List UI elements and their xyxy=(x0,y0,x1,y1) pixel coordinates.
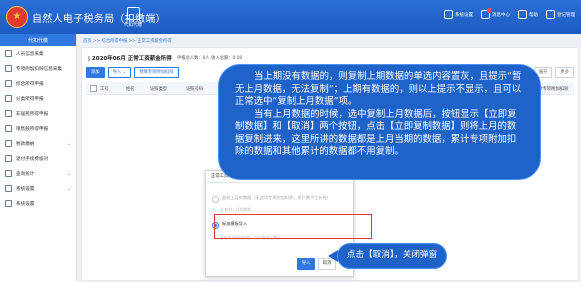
screenshot-root: ★ 自然人电子税务局（扣缴端） 代扣代缴 系统设置 消息中心 帮助 登记管理 代… xyxy=(0,0,581,282)
sidebar-item-query-stats[interactable]: 查询统计 ⌄ xyxy=(0,166,76,181)
system-settings-label: 系统设置 xyxy=(455,12,473,18)
refund-icon xyxy=(5,155,12,162)
sidebar-item-person-info[interactable]: 人员信息采集 xyxy=(0,46,76,61)
add-button[interactable]: 添加 xyxy=(86,67,105,78)
person-icon xyxy=(5,50,12,57)
chevron-down-icon: ⌄ xyxy=(66,185,71,192)
sidebar-item-nonresident-income[interactable]: 非居民所得申报 xyxy=(0,106,76,121)
report-icon xyxy=(5,95,12,102)
help-link[interactable]: 帮助 xyxy=(518,10,538,19)
highlight-frame xyxy=(214,214,372,239)
sidebar-item-label: 非居民所得申报 xyxy=(16,111,49,117)
select-all-checkbox[interactable] xyxy=(90,85,97,92)
col-id-number[interactable]: 证照号码 xyxy=(186,86,203,92)
withholding-icon xyxy=(126,6,140,20)
callout-paragraph-1: 当上期没有数据的，则复制上期数据的单选内容置灰，且提示“暂无上月数据，无法复制”… xyxy=(235,71,522,107)
callout-paragraph-2: 当有上月数据的时候，选中复制上月数据后，按钮显示【立即复制数据】和【取消】两个按… xyxy=(235,108,517,158)
chevron-down-icon: ⌄ xyxy=(66,140,71,147)
sidebar-item-label: 限售股所得申报 xyxy=(16,126,49,132)
sidebar-item-label: 税款缴纳 xyxy=(16,141,35,147)
top-right-menu: 系统设置 消息中心 帮助 登记管理 xyxy=(444,8,575,19)
sidebar-item-label: 专项附加扣除信息采集 xyxy=(16,66,62,72)
option-copy-last-month[interactable]: 复制上月的数据（无此项专项附加扣除，用户需手工补充） xyxy=(212,195,347,203)
document-icon xyxy=(5,65,12,72)
summary-meta: 申报总人数：0人 收入总额：0.00 xyxy=(177,56,243,61)
sidebar-item-label: 综合所得申报 xyxy=(16,81,44,87)
sidebar-item-special-deduction[interactable]: 专项附加扣除信息采集 xyxy=(0,61,76,76)
sidebar-item-refund-check[interactable]: 退付手续费核对 xyxy=(0,151,76,166)
sidebar-item-tax-payment[interactable]: 税款缴纳 ⌄ xyxy=(0,136,76,151)
nav-withholding[interactable]: 代扣代缴 xyxy=(118,4,148,30)
settings-icon xyxy=(5,200,12,207)
sidebar-item-label: 系统设置 xyxy=(16,186,35,192)
sidebar-item-classified-income[interactable]: 分类所得申报 xyxy=(0,91,76,106)
sidebar: 代扣代缴 人员信息采集 专项附加扣除信息采集 综合所得申报 分类所得申报 非居民… xyxy=(0,34,77,282)
right-toolbar: 展开 更多 xyxy=(533,67,574,78)
top-bar: ★ 自然人电子税务局（扣缴端） 代扣代缴 系统设置 消息中心 帮助 登记管理 xyxy=(0,0,581,34)
help-icon xyxy=(518,10,527,19)
chevron-down-icon: ⌄ xyxy=(66,170,71,177)
national-emblem-icon: ★ xyxy=(6,6,28,28)
sidebar-item-comprehensive-income[interactable]: 综合所得申报 xyxy=(0,76,76,91)
sidebar-header: 代扣代缴 xyxy=(0,34,76,46)
callout-explanation: 当上期没有数据的，则复制上期数据的单选内容置灰，且提示“暂无上月数据，无法复制”… xyxy=(218,64,541,180)
breadcrumb[interactable]: 首页 >> 综合所得申报 >> 正常工资薪金所得 xyxy=(83,38,172,44)
sidebar-item-label: 系统设置 xyxy=(16,201,35,207)
bell-icon xyxy=(481,8,492,19)
globe-icon xyxy=(5,110,12,117)
sidebar-item-label: 人员信息采集 xyxy=(16,51,44,57)
help-label: 帮助 xyxy=(529,12,538,18)
sidebar-item-restricted-shares[interactable]: 限售股所得申报 xyxy=(0,121,76,136)
col-name[interactable]: 姓名 xyxy=(126,86,135,92)
settings-icon xyxy=(5,185,12,192)
option-copy-last-month-label: 复制上月的数据（无此项专项附加扣除，用户需手工补充） xyxy=(222,195,331,200)
callout-cancel-hint: 点击【取消】，关闭弹窗 xyxy=(337,243,447,269)
sidebar-item-system-settings[interactable]: 系统设置 ⌄ xyxy=(0,181,76,196)
import-confirm-button[interactable]: 导入 xyxy=(297,258,315,270)
more-button[interactable]: 更多 xyxy=(555,67,574,78)
stock-icon xyxy=(5,125,12,132)
report-icon xyxy=(5,80,12,87)
settings-icon xyxy=(444,10,453,19)
login-manage-label: 登记管理 xyxy=(557,12,575,18)
page-title: | 2020年06月 正常工资薪金所得 xyxy=(88,56,172,62)
prefill-deduction-button[interactable]: 预填专项附加扣除 xyxy=(134,67,179,78)
import-button[interactable]: 导入 ⌄ xyxy=(107,67,132,78)
message-center-label: 消息中心 xyxy=(492,12,510,18)
payment-icon xyxy=(5,140,12,147)
toolbar: 添加 导入 ⌄ 预填专项附加扣除 xyxy=(86,67,179,78)
login-manage-link[interactable]: 登记管理 xyxy=(546,10,575,19)
radio-copy-last-month[interactable] xyxy=(212,195,219,203)
sidebar-item-system-settings-2[interactable]: 系统设置 xyxy=(0,196,76,211)
message-center-link[interactable]: 消息中心 xyxy=(481,8,510,19)
sidebar-item-label: 分类所得申报 xyxy=(16,96,44,102)
col-id-type[interactable]: 证照类型 xyxy=(150,86,167,92)
option-copy-note: ◎ 复制上月的数据 xyxy=(220,207,252,212)
system-settings-link[interactable]: 系统设置 xyxy=(444,10,473,19)
col-employee-id[interactable]: 工号 xyxy=(100,86,109,92)
sidebar-item-label: 退付手续费核对 xyxy=(16,156,49,162)
sidebar-item-label: 查询统计 xyxy=(16,171,35,177)
chart-icon xyxy=(5,170,12,177)
user-icon xyxy=(546,10,555,19)
nav-withholding-label: 代扣代缴 xyxy=(124,22,142,28)
